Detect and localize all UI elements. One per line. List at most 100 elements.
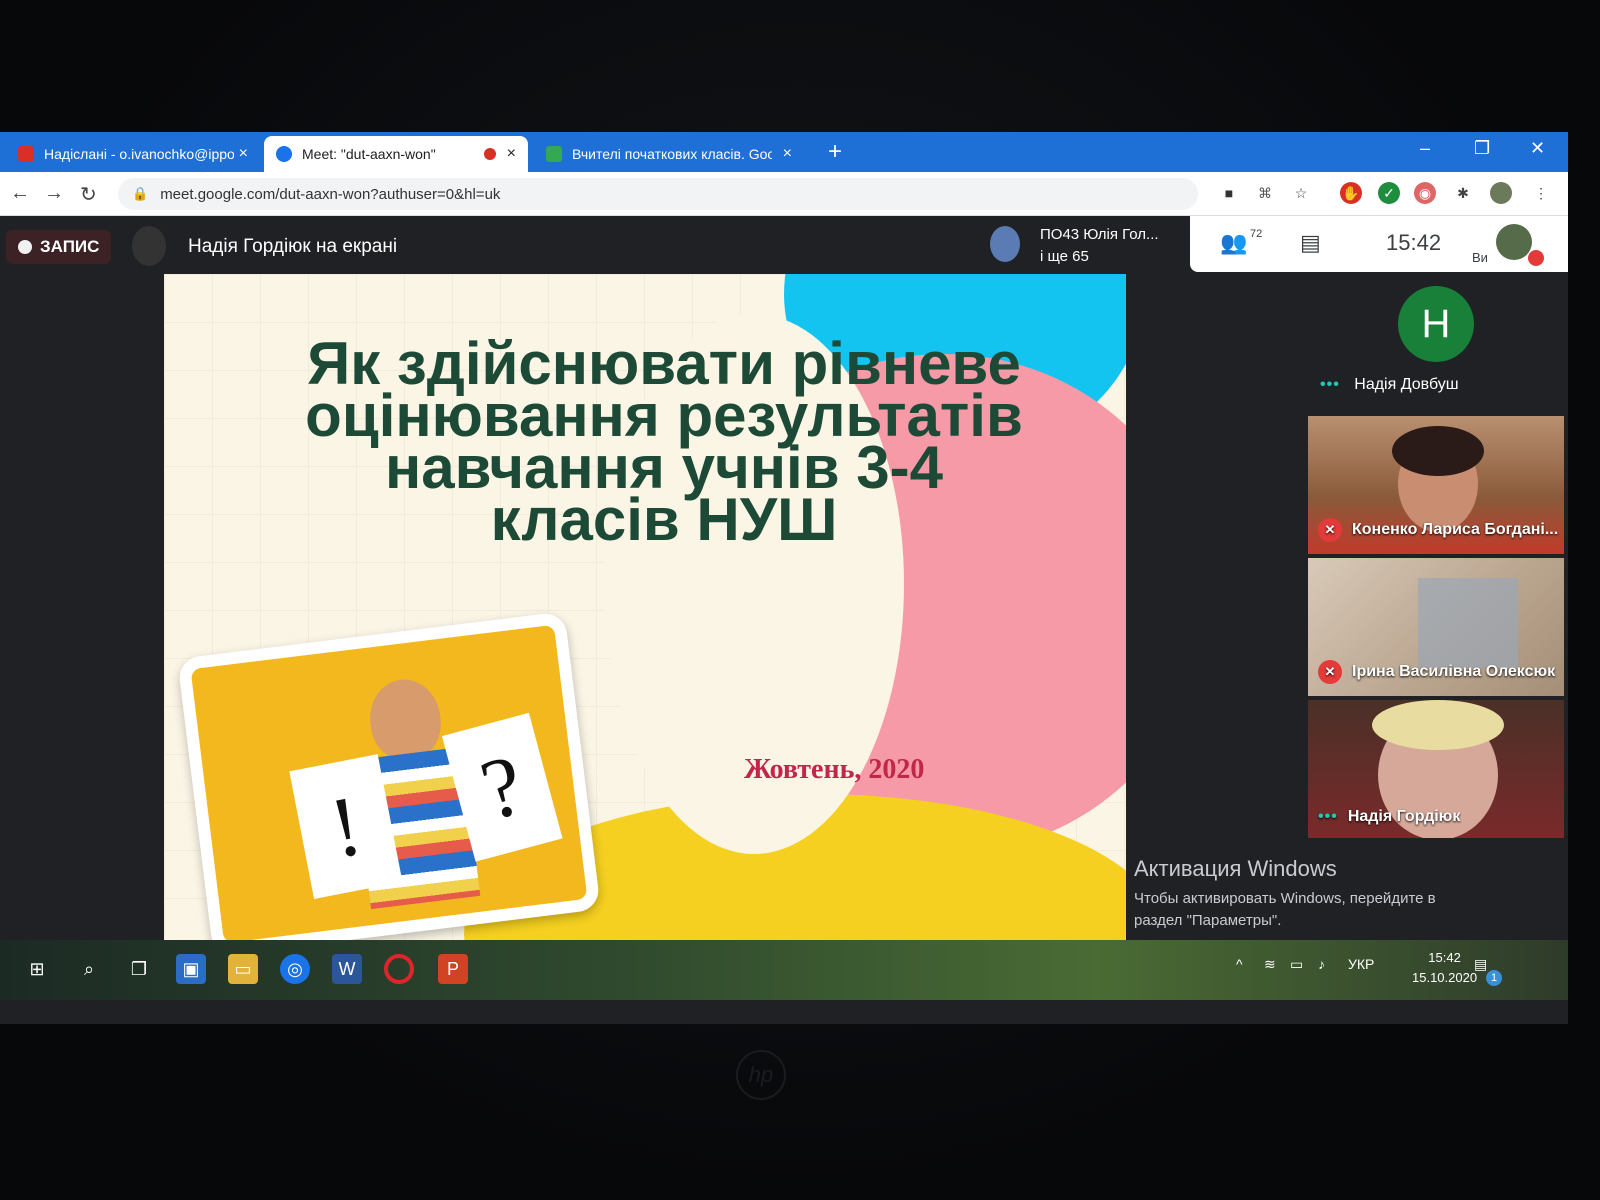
meeting-time: 15:42 [1386,230,1442,255]
participant-video [1418,578,1518,668]
clock-time: 15:42 [1428,950,1461,965]
volume-icon[interactable]: ♪ [1318,956,1325,972]
record-dot-icon [18,240,32,254]
slide-photo: ! ? [177,611,601,957]
presenting-text: Надія Гордіюк на екрані [188,236,398,257]
participant-name: Ірина Василівна Олексюк [1352,663,1556,680]
participant-avatar: Н [1398,286,1474,362]
participant-tile[interactable]: ✕ Коненко Лариса Богдані... [1308,416,1564,554]
mic-off-icon: ✕ [1318,660,1342,684]
chrome-icon[interactable]: ◎ [280,954,310,984]
windows-start-icon[interactable]: ⊞ [22,954,52,984]
tab-gmail[interactable]: Надіслані - o.ivanochko@ippo. × [6,136,260,172]
activation-heading: Активация Windows [1134,856,1337,881]
adblock-icon[interactable]: ✋ [1340,182,1362,204]
meeting-info-box: 👥 72 ▤ 15:42 Ви [1190,216,1568,272]
speaking-dots-icon: ••• [1318,808,1338,825]
meet-icon [276,146,292,162]
tab-meet[interactable]: Meet: "dut-aaxn-won" × [264,136,528,172]
close-window-button[interactable]: ✕ [1530,138,1545,159]
battery-icon[interactable]: ▭ [1290,956,1303,973]
participant-tile[interactable]: ••• Надія Гордіюк [1308,700,1564,838]
collaborators-avatar [990,226,1020,262]
search-icon[interactable]: ⌕ [74,954,104,984]
classroom-icon [546,146,562,162]
slide-title: Як здійснювати рівневе оцінювання резуль… [224,334,1104,553]
speaking-dots-icon: ••• [1320,376,1340,393]
collaborators-line1: ПО43 Юлія Гол... [1040,226,1159,243]
profile-avatar[interactable] [1490,182,1512,204]
reload-icon[interactable]: ↻ [80,182,97,207]
task-view-icon[interactable]: ❐ [124,954,154,984]
mic-off-icon: ✕ [1318,518,1342,542]
participant-name-top: ••• Надія Довбуш [1320,376,1459,394]
tab-close-icon[interactable]: × [239,145,248,163]
minimize-button[interactable]: – [1420,138,1430,159]
people-icon[interactable]: 👥 [1220,230,1247,256]
participant-name: Надія Гордіюк [1347,808,1461,825]
self-avatar[interactable] [1496,224,1532,260]
hp-logo: hp [736,1050,786,1100]
tab-title: Meet: "dut-aaxn-won" [302,146,436,162]
bookmark-star-icon[interactable]: ☆ [1290,182,1312,204]
self-label: Ви [1472,250,1488,265]
screen: Надіслані - o.ivanochko@ippo. × Meet: "d… [0,132,1568,1024]
slide-title-line: класів НУШ [490,486,838,553]
chat-icon[interactable]: ▤ [1300,230,1321,256]
browser-tab-bar: Надіслані - o.ivanochko@ippo. × Meet: "d… [0,132,1568,172]
powerpoint-icon[interactable]: P [438,954,468,984]
back-arrow-icon[interactable]: ← [10,182,30,205]
wifi-icon[interactable]: ≋ [1264,956,1276,973]
address-bar[interactable]: 🔒 meet.google.com/dut-aaxn-won?authuser=… [118,178,1198,210]
tab-close-icon[interactable]: × [507,145,516,163]
participant-hair [1392,426,1484,476]
opera-icon[interactable] [384,954,414,984]
browser-toolbar: ← → ↻ 🔒 meet.google.com/dut-aaxn-won?aut… [0,172,1568,216]
recording-badge: ЗАПИС [6,230,112,264]
file-explorer-icon[interactable]: ▭ [228,954,258,984]
recording-indicator-icon [483,148,496,160]
lock-icon: 🔒 [132,186,149,201]
menu-kebab-icon[interactable]: ⋮ [1530,182,1552,204]
participants-count: 72 [1250,228,1263,240]
word-icon[interactable]: W [332,954,362,984]
tab-close-icon[interactable]: × [783,145,792,163]
activation-line1: Чтобы активировать Windows, перейдите в [1134,890,1436,907]
participant-label: ••• Надія Гордіюк [1318,808,1460,826]
windows-activation-watermark: Активация Windows Чтобы активировать Win… [1134,856,1436,932]
participant-name: Коненко Лариса Богдані... [1352,521,1559,538]
maximize-button[interactable]: ❐ [1474,138,1490,159]
participant-label: ✕ Коненко Лариса Богдані... [1318,518,1558,542]
language-indicator[interactable]: УКР [1348,956,1374,972]
collaborators-summary[interactable]: ПО43 Юлія Гол... і ще 65 [1040,224,1159,268]
presentation-slide: Як здійснювати рівневе оцінювання резуль… [164,274,1126,964]
new-tab-button[interactable]: + [828,138,842,166]
participant-tile[interactable]: ✕ Ірина Василівна Олексюк [1308,558,1564,696]
camera-icon[interactable]: ■ [1218,182,1240,204]
windows-taskbar: ⊞ ⌕ ❐ ▣ ▭ ◎ W P ^ ≋ ▭ ♪ УКР 15:42 15.10.… [0,940,1568,1000]
notification-count: 1 [1486,970,1502,986]
clock-date: 15.10.2020 [1412,970,1478,985]
puzzle-icon[interactable]: ✱ [1452,182,1474,204]
recording-label: ЗАПИС [40,237,100,256]
activation-line2: раздел "Параметры". [1134,912,1282,929]
slide-date: Жовтень, 2020 [744,754,925,785]
extension-icon[interactable]: ◉ [1414,182,1436,204]
presenter-avatar [132,226,166,266]
participant-hair [1372,700,1504,750]
collaborators-line2: і ще 65 [1040,248,1089,265]
translate-icon[interactable]: ⌘ [1254,182,1276,204]
tab-title: Вчителі початкових класів. Goo [572,146,772,162]
participant-name: Надія Довбуш [1354,376,1459,393]
tab-title: Надіслані - o.ivanochko@ippo. [44,146,234,162]
tab-classroom[interactable]: Вчителі початкових класів. Goo × [534,136,804,172]
shield-icon[interactable]: ✓ [1378,182,1400,204]
url-text: meet.google.com/dut-aaxn-won?authuser=0&… [160,185,501,203]
forward-arrow-icon[interactable]: → [44,182,64,205]
gmail-icon [18,146,34,162]
taskbar-clock[interactable]: 15:42 15.10.2020 [1412,948,1477,988]
tray-chevron-icon[interactable]: ^ [1236,956,1243,972]
save-icon[interactable]: ▣ [176,954,206,984]
meet-area: ЗАПИС Надія Гордіюк на екрані ПО43 Юлія … [0,216,1568,1024]
notifications-icon[interactable]: ▤ [1474,956,1487,973]
